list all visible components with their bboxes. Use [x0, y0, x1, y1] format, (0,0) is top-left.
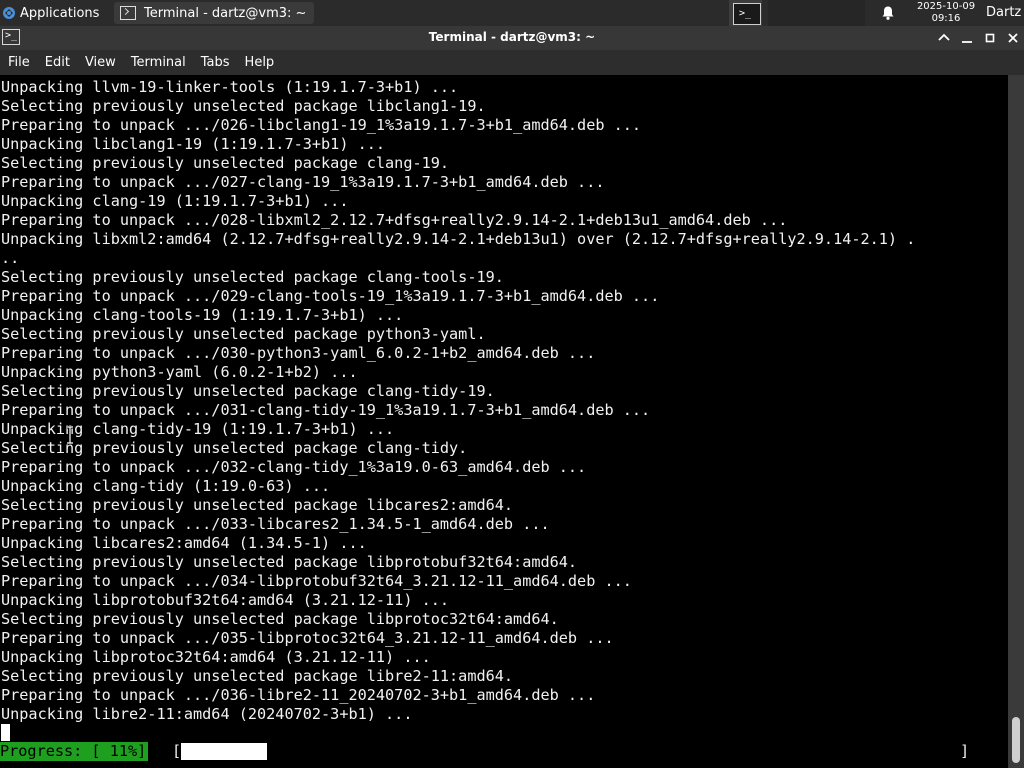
- clock-time: 09:16: [931, 13, 961, 24]
- terminal-line: Preparing to unpack .../028-libxml2_2.12…: [1, 211, 788, 229]
- window-title: Terminal - dartz@vm3: ~: [428, 30, 596, 44]
- scrollbar-thumb[interactable]: [1012, 717, 1020, 763]
- terminal-cursor: [1, 724, 10, 741]
- workspace-4-button[interactable]: [832, 0, 865, 26]
- workspace-terminal-icon: >_: [733, 3, 761, 25]
- terminal-line: Preparing to unpack .../032-clang-tidy_1…: [1, 458, 587, 476]
- workspace-3-button[interactable]: [800, 0, 833, 26]
- menu-edit[interactable]: Edit: [37, 55, 77, 70]
- taskbar-terminal-button[interactable]: Terminal - dartz@vm3: ~: [114, 2, 315, 24]
- applications-menu-button[interactable]: Applications: [0, 0, 112, 26]
- terminal-line: Unpacking libprotoc32t64:amd64 (3.21.12-…: [1, 648, 431, 666]
- terminal-line: Selecting previously unselected package …: [1, 382, 495, 400]
- terminal-line: Selecting previously unselected package …: [1, 325, 486, 343]
- menu-help[interactable]: Help: [237, 55, 282, 70]
- progress-bar-fill: [181, 743, 267, 760]
- panel-clock[interactable]: 2025-10-09 09:16: [906, 1, 986, 25]
- menu-file[interactable]: File: [0, 55, 37, 70]
- terminal-line: Selecting previously unselected package …: [1, 268, 504, 286]
- terminal-line: Unpacking python3-yaml (6.0.2-1+b2) ...: [1, 363, 358, 381]
- progress-bar: [181, 743, 964, 760]
- terminal-line: Unpacking clang-tools-19 (1:19.1.7-3+b1)…: [1, 306, 404, 324]
- terminal-line: Selecting previously unselected package …: [1, 496, 514, 514]
- terminal-line: Selecting previously unselected package …: [1, 154, 450, 172]
- terminal-line: Unpacking libprotobuf32t64:amd64 (3.21.1…: [1, 591, 450, 609]
- terminal-line: Preparing to unpack .../031-clang-tidy-1…: [1, 401, 651, 419]
- terminal-line: Preparing to unpack .../029-clang-tools-…: [1, 287, 660, 305]
- terminal-line: Selecting previously unselected package …: [1, 610, 559, 628]
- terminal-line: Unpacking clang-tidy-19 (1:19.1.7-3+b1) …: [1, 420, 395, 438]
- progress-open-bracket: [: [172, 742, 182, 760]
- terminal-line: Unpacking libxml2:amd64 (2.12.7+dfsg+rea…: [1, 230, 916, 248]
- terminal-line: ..: [1, 249, 20, 267]
- progress-label: Progress: [ 11%]: [0, 742, 149, 761]
- terminal-output: Unpacking llvm-19-linker-tools (1:19.1.7…: [1, 78, 915, 724]
- terminal-line: Preparing to unpack .../030-python3-yaml…: [1, 344, 596, 362]
- user-menu[interactable]: Dartz: [986, 5, 1021, 20]
- workspace-2-button[interactable]: [768, 0, 801, 26]
- terminal-line: Preparing to unpack .../036-libre2-11_20…: [1, 686, 596, 704]
- terminal-line: Selecting previously unselected package …: [1, 439, 468, 457]
- terminal-line: Unpacking clang-tidy (1:19.0-63) ...: [1, 477, 331, 495]
- terminal-line: Selecting previously unselected package …: [1, 553, 578, 571]
- terminal-line: Selecting previously unselected package …: [1, 667, 514, 685]
- terminal-line: Unpacking clang-19 (1:19.1.7-3+b1) ...: [1, 192, 349, 210]
- workspace-1-button[interactable]: >_: [729, 0, 762, 26]
- notification-bell-icon[interactable]: [880, 5, 896, 21]
- mouse-ibeam-cursor-icon: [67, 426, 73, 444]
- terminal-line: Preparing to unpack .../034-libprotobuf3…: [1, 572, 632, 590]
- terminal-line: Unpacking libre2-11:amd64 (20240702-3+b1…: [1, 705, 413, 723]
- window-titlebar[interactable]: >_ Terminal - dartz@vm3: ~: [0, 26, 1024, 50]
- menu-terminal[interactable]: Terminal: [123, 55, 193, 70]
- terminal-line: Unpacking libclang1-19 (1:19.1.7-3+b1) .…: [1, 135, 386, 153]
- terminal-line: Preparing to unpack .../033-libcares2_1.…: [1, 515, 550, 533]
- maximize-button[interactable]: [980, 28, 1000, 48]
- close-button[interactable]: [1003, 28, 1023, 48]
- xfce-logo-icon: [3, 7, 15, 19]
- terminal-area[interactable]: Unpacking llvm-19-linker-tools (1:19.1.7…: [0, 75, 1008, 768]
- menu-tabs[interactable]: Tabs: [193, 55, 237, 70]
- terminal-line: Preparing to unpack .../035-libprotoc32t…: [1, 629, 614, 647]
- menu-view[interactable]: View: [77, 55, 123, 70]
- terminal-line: Unpacking libcares2:amd64 (1.34.5-1) ...: [1, 534, 367, 552]
- terminal-icon: [120, 6, 136, 20]
- terminal-line: Selecting previously unselected package …: [1, 97, 486, 115]
- minimize-button[interactable]: [957, 28, 977, 48]
- clock-date: 2025-10-09: [916, 1, 976, 12]
- menu-bar: File Edit View Terminal Tabs Help: [0, 50, 1024, 75]
- terminal-scrollbar[interactable]: [1008, 75, 1024, 768]
- top-panel: Applications Terminal - dartz@vm3: ~: [0, 0, 1024, 26]
- applications-label: Applications: [20, 5, 100, 21]
- terminal-line: Preparing to unpack .../026-libclang1-19…: [1, 116, 642, 134]
- window-shade-button[interactable]: [934, 28, 954, 48]
- taskbar-terminal-label: Terminal - dartz@vm3: ~: [144, 5, 307, 21]
- terminal-line: Unpacking llvm-19-linker-tools (1:19.1.7…: [1, 78, 459, 96]
- progress-close-bracket: ]: [960, 742, 970, 760]
- terminal-line: Preparing to unpack .../027-clang-19_1%3…: [1, 173, 605, 191]
